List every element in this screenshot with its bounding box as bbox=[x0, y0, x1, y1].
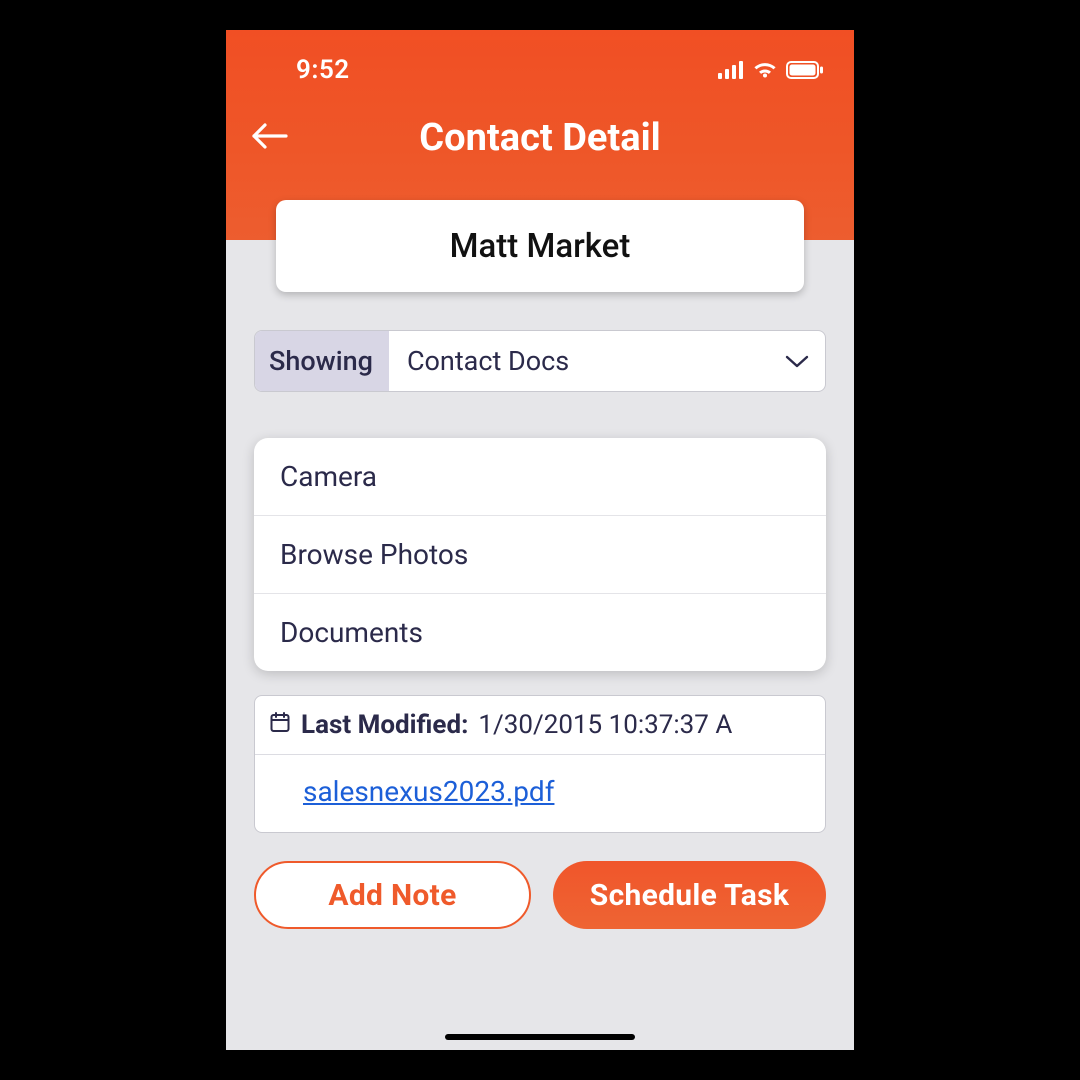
nav-row: Contact Detail bbox=[226, 116, 854, 160]
home-indicator[interactable] bbox=[445, 1034, 635, 1040]
filter-value: Contact Docs bbox=[389, 331, 769, 391]
content: Showing Contact Docs Camera Browse Photo… bbox=[226, 240, 854, 929]
phone-frame: 9:52 Contact Detail Matt bbox=[226, 30, 854, 1050]
attachment-source-menu: Camera Browse Photos Documents bbox=[254, 438, 826, 671]
schedule-task-button[interactable]: Schedule Task bbox=[553, 861, 826, 929]
contact-name: Matt Market bbox=[450, 227, 631, 266]
menu-item-browse-photos[interactable]: Browse Photos bbox=[254, 515, 826, 593]
menu-item-label: Camera bbox=[280, 460, 377, 493]
document-meta: Last Modified: 1/30/2015 10:37:37 A bbox=[255, 696, 825, 755]
last-modified-label: Last Modified: bbox=[301, 710, 468, 740]
document-body: salesnexus2023.pdf bbox=[255, 755, 825, 832]
button-label: Add Note bbox=[328, 878, 456, 913]
filter-label: Showing bbox=[255, 331, 389, 391]
button-label: Schedule Task bbox=[590, 878, 789, 913]
status-icons bbox=[718, 61, 824, 79]
menu-item-label: Browse Photos bbox=[280, 538, 468, 571]
add-note-button[interactable]: Add Note bbox=[254, 861, 531, 929]
cellular-icon bbox=[718, 61, 744, 79]
arrow-left-icon bbox=[250, 122, 290, 154]
wifi-icon bbox=[752, 61, 778, 79]
document-link[interactable]: salesnexus2023.pdf bbox=[303, 775, 554, 808]
menu-item-label: Documents bbox=[280, 616, 423, 649]
menu-item-documents[interactable]: Documents bbox=[254, 593, 826, 671]
battery-icon bbox=[786, 61, 824, 79]
calendar-icon bbox=[269, 710, 291, 740]
action-row: Add Note Schedule Task bbox=[254, 861, 826, 929]
last-modified-value: 1/30/2015 10:37:37 A bbox=[478, 710, 732, 740]
chevron-down-icon bbox=[769, 331, 825, 391]
back-button[interactable] bbox=[248, 116, 292, 160]
menu-item-camera[interactable]: Camera bbox=[254, 438, 826, 515]
status-bar: 9:52 bbox=[226, 30, 854, 88]
filter-select[interactable]: Showing Contact Docs bbox=[254, 330, 826, 392]
document-card: Last Modified: 1/30/2015 10:37:37 A sale… bbox=[254, 695, 826, 833]
page-title: Contact Detail bbox=[226, 116, 854, 160]
status-time: 9:52 bbox=[296, 55, 350, 85]
contact-name-card: Matt Market bbox=[276, 200, 804, 292]
